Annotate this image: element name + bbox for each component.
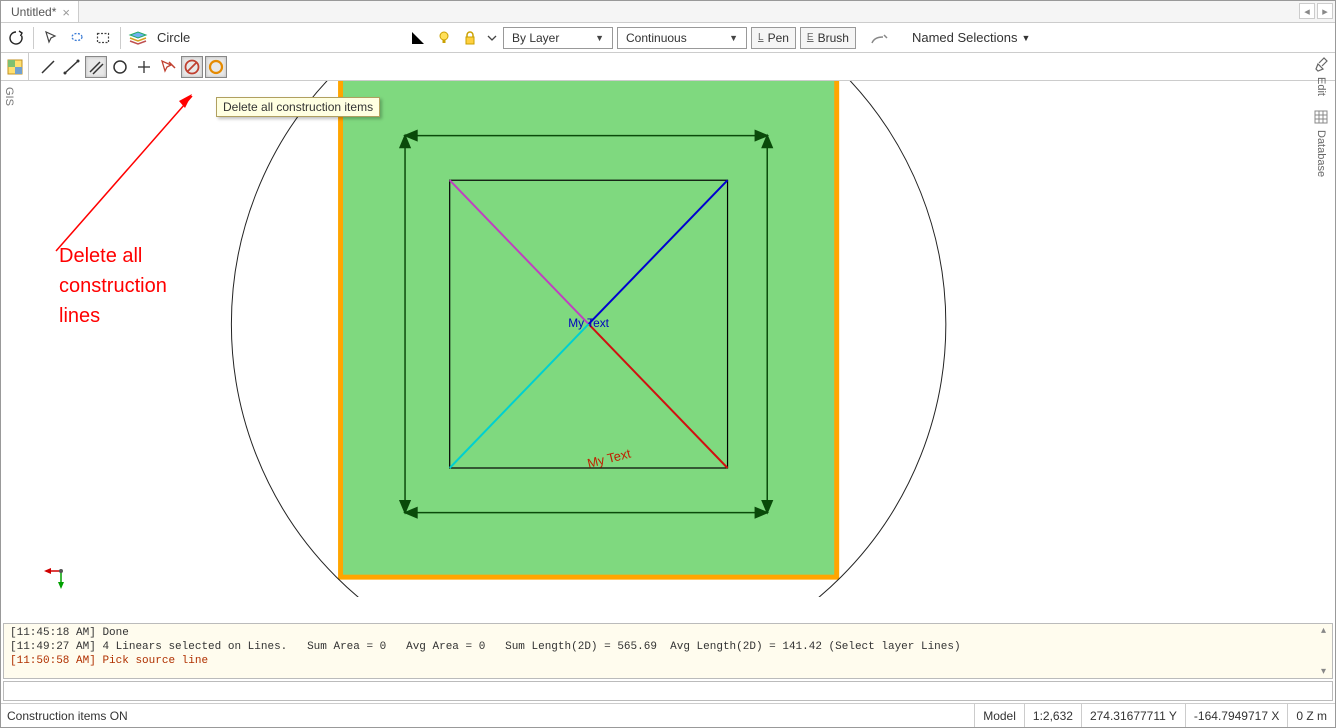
named-selections-label: Named Selections	[912, 30, 1018, 45]
brush-label: Brush	[818, 31, 849, 45]
separator	[33, 27, 34, 49]
lock-icon[interactable]	[459, 27, 481, 49]
lightbulb-icon[interactable]	[433, 27, 455, 49]
construction-toolbar	[1, 53, 1335, 81]
construction-circle-icon[interactable]	[205, 56, 227, 78]
log-line: [11:45:18 AM] Done	[10, 627, 1326, 641]
brush-key: E	[807, 32, 814, 43]
separator	[120, 27, 121, 49]
chevron-down-icon: ▼	[729, 33, 738, 43]
status-bar: Construction items ON Model 1:2,632 274.…	[1, 703, 1335, 727]
status-left: Construction items ON	[1, 709, 974, 723]
command-input[interactable]	[3, 681, 1333, 701]
tooltip: Delete all construction items	[216, 97, 380, 117]
layer-dropdown[interactable]: By Layer ▼	[503, 27, 613, 49]
dropdown-arrow-icon[interactable]	[485, 27, 499, 49]
log-line: [11:50:58 AM] Pick source line	[10, 655, 1326, 669]
status-z: 0 Z m	[1287, 704, 1335, 727]
parallel-line-tool-icon[interactable]	[85, 56, 107, 78]
database-panel-icon[interactable]	[1310, 106, 1332, 128]
gis-panel-label[interactable]: GIS	[3, 87, 15, 106]
line-tool-icon[interactable]	[37, 56, 59, 78]
cycle-tool-icon[interactable]	[5, 27, 27, 49]
status-y: 274.31677711 Y	[1081, 704, 1185, 727]
pen-label: Pen	[768, 31, 789, 45]
pen-key: L	[758, 32, 764, 43]
tool-name-label: Circle	[153, 30, 403, 45]
main-toolbar: Circle By Layer ▼ Continuous ▼ L Pen E B…	[1, 23, 1335, 53]
brush-button[interactable]: E Brush	[800, 27, 856, 49]
tab-nav: ◂ ▸	[1297, 3, 1333, 19]
black-triangle-icon[interactable]	[407, 27, 429, 49]
pointer-tool-icon[interactable]	[40, 27, 62, 49]
polyline-tool-icon[interactable]	[61, 56, 83, 78]
tab-title: Untitled*	[11, 5, 56, 19]
pen-button[interactable]: L Pen	[751, 27, 796, 49]
status-scale[interactable]: 1:2,632	[1024, 704, 1081, 727]
linetype-dropdown-value: Continuous	[626, 31, 687, 45]
annotation-label: Delete all construction lines	[59, 241, 167, 331]
gis-panel-icon[interactable]	[1, 53, 29, 81]
rect-select-icon[interactable]	[92, 27, 114, 49]
axis-gizmo	[43, 553, 83, 593]
linetype-dropdown[interactable]: Continuous ▼	[617, 27, 747, 49]
layer-dropdown-value: By Layer	[512, 31, 559, 45]
layers-icon[interactable]	[127, 27, 149, 49]
edit-panel-label[interactable]: Edit	[1315, 77, 1327, 96]
delete-construction-icon[interactable]	[157, 56, 179, 78]
command-log: [11:45:18 AM] Done [11:49:27 AM] 4 Linea…	[3, 623, 1333, 679]
scroll-down-icon[interactable]: ▾	[1321, 666, 1331, 677]
lasso-tool-icon[interactable]	[66, 27, 88, 49]
log-line: [11:49:27 AM] 4 Linears selected on Line…	[10, 641, 1326, 655]
named-selections-dropdown[interactable]: Named Selections ▼	[908, 30, 1034, 45]
scroll-up-icon[interactable]: ▴	[1321, 625, 1331, 636]
document-tab[interactable]: Untitled* ×	[1, 1, 79, 22]
close-icon[interactable]: ×	[62, 5, 70, 20]
circle-tool-icon[interactable]	[109, 56, 131, 78]
tab-prev-icon[interactable]: ◂	[1299, 3, 1315, 19]
canvas-text-center: My Text	[568, 316, 609, 330]
edit-panel-icon[interactable]	[1310, 53, 1332, 75]
tab-bar: Untitled* × ◂ ▸	[1, 1, 1335, 23]
status-model[interactable]: Model	[974, 704, 1024, 727]
log-scrollbar[interactable]: ▴ ▾	[1321, 625, 1331, 677]
database-panel-label[interactable]: Database	[1315, 130, 1327, 177]
tooltip-text: Delete all construction items	[223, 100, 373, 114]
tab-next-icon[interactable]: ▸	[1317, 3, 1333, 19]
delete-all-construction-icon[interactable]	[181, 56, 203, 78]
eyedropper-icon[interactable]	[868, 27, 890, 49]
status-x: -164.7949717 X	[1185, 704, 1287, 727]
drawing-canvas[interactable]: My Text My Text	[29, 81, 1307, 597]
chevron-down-icon: ▼	[1021, 33, 1030, 43]
chevron-down-icon: ▼	[595, 33, 604, 43]
point-tool-icon[interactable]	[133, 56, 155, 78]
